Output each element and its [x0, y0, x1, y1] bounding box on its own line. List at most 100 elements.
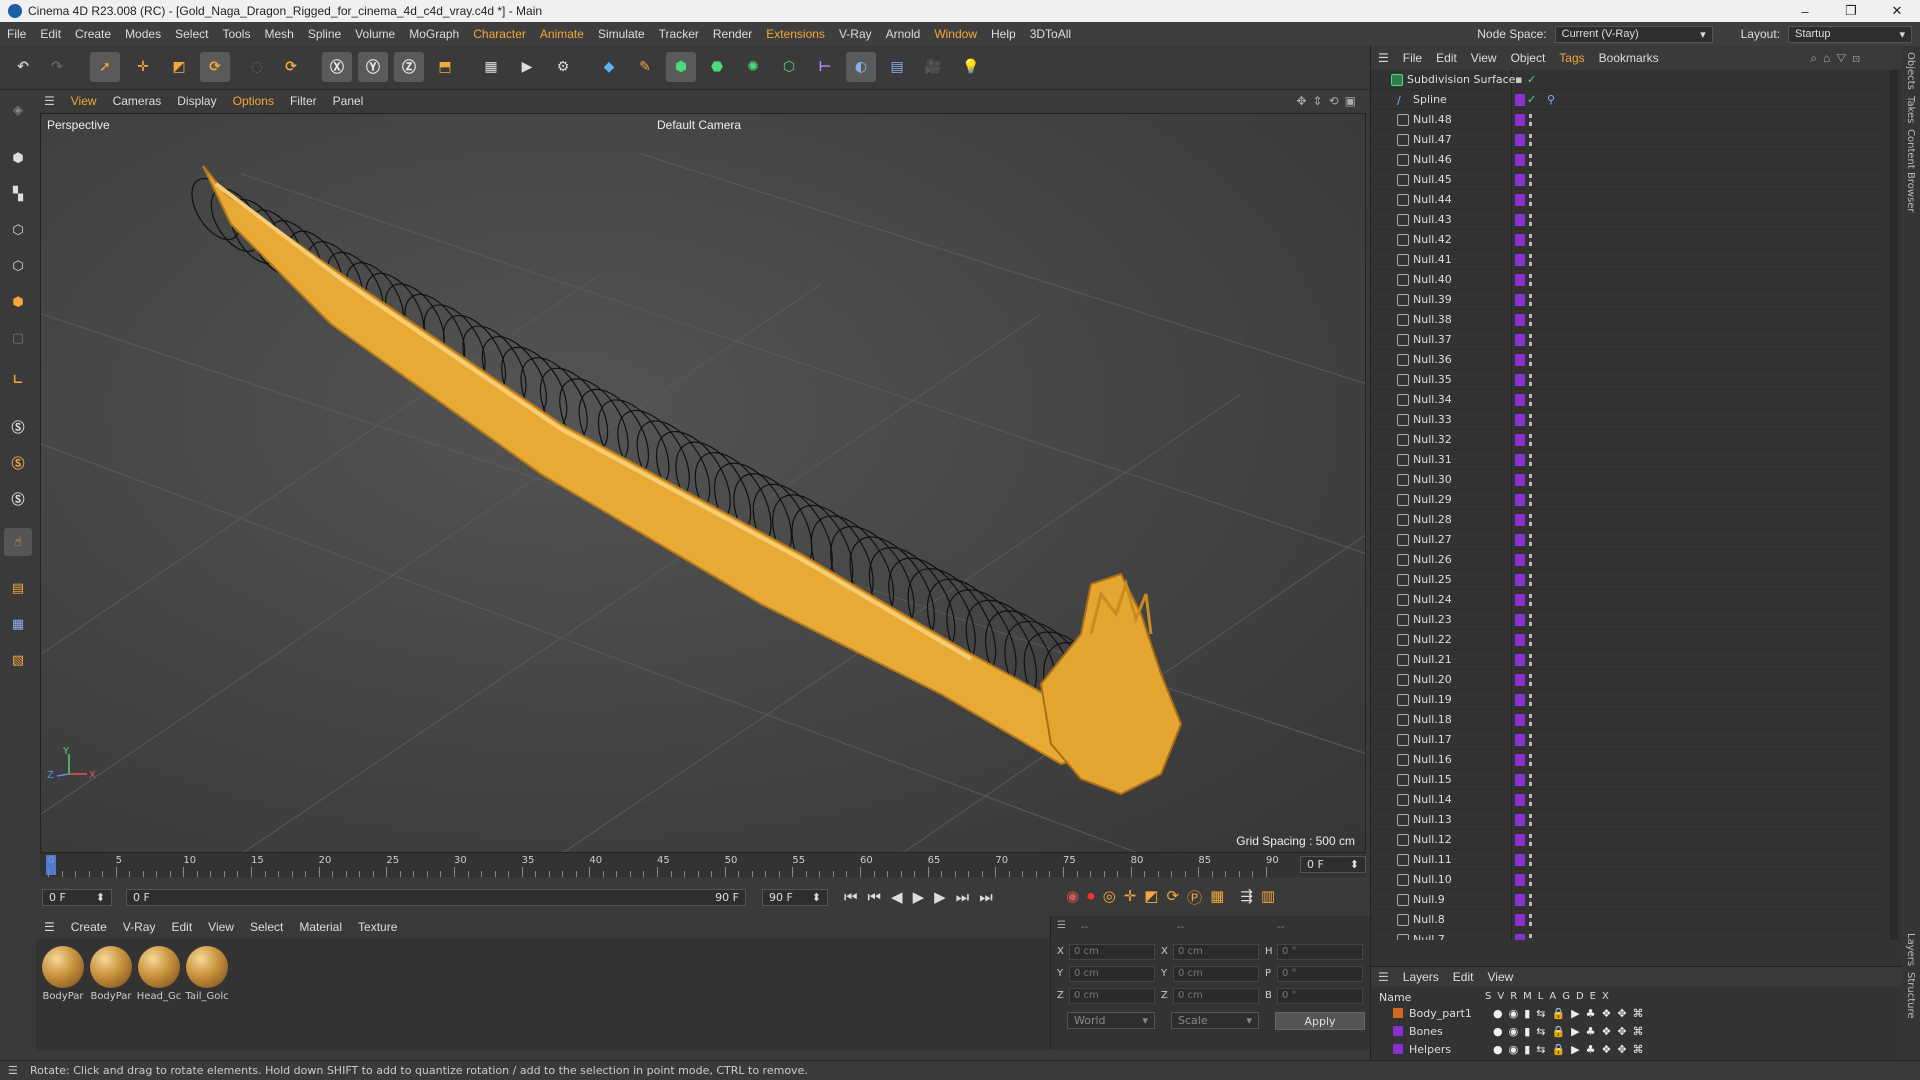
visibility-dots-icon[interactable] [1529, 193, 1532, 206]
object-row-null[interactable]: Null.33 [1371, 410, 1883, 430]
menu-file[interactable]: File [0, 27, 33, 41]
object-row-null[interactable]: Null.37 [1371, 330, 1883, 350]
object-row-null[interactable]: Null.17 [1371, 730, 1883, 750]
visibility-dots-icon[interactable] [1529, 453, 1532, 466]
object-search-filter-icons[interactable]: ⌕⌂▽⊡ [1810, 51, 1866, 66]
object-row-null[interactable]: Null.38 [1371, 310, 1883, 330]
object-row-null[interactable]: Null.36 [1371, 350, 1883, 370]
object-row-null[interactable]: Null.42 [1371, 230, 1883, 250]
locked-workplane-icon[interactable]: ▦ [4, 610, 32, 638]
apply-button[interactable]: Apply [1275, 1012, 1365, 1030]
uv-mode-icon[interactable]: ▢ [4, 324, 32, 352]
material-swatch[interactable]: Head_Gc [136, 946, 182, 1002]
menu-render[interactable]: Render [706, 27, 759, 41]
material-swatch[interactable]: BodyPar [88, 946, 134, 1002]
material-menu-select[interactable]: Select [242, 920, 291, 934]
object-row-subdivision-surface[interactable]: Subdivision Surface ▪ ✓ [1371, 70, 1883, 90]
object-row-null[interactable]: Null.25 [1371, 570, 1883, 590]
layer-toggle-icons[interactable]: ●◉▮⇆🔒▶♣❖✥⌘ [1493, 1025, 1650, 1038]
layout-dropdown[interactable]: Startup ▾ [1788, 25, 1912, 43]
viewport-menu-panel[interactable]: Panel [325, 94, 372, 108]
menu-tracker[interactable]: Tracker [652, 27, 706, 41]
record-keys-icon[interactable]: ◉ [1066, 887, 1079, 908]
visibility-dots-icon[interactable] [1529, 153, 1532, 166]
layer-row[interactable]: Helpers ●◉▮⇆🔒▶♣❖✥⌘ [1379, 1041, 1650, 1057]
object-menu-bookmarks[interactable]: Bookmarks [1592, 51, 1666, 65]
visibility-dots-icon[interactable] [1529, 293, 1532, 306]
last-tool-rotate-icon[interactable]: ⟳ [276, 52, 306, 82]
cloner-icon[interactable]: ✺ [738, 52, 768, 82]
scale-icon[interactable]: ◩ [164, 52, 194, 82]
layers-menu-view[interactable]: View [1480, 970, 1520, 984]
object-row-null[interactable]: Null.30 [1371, 470, 1883, 490]
visibility-dots-icon[interactable] [1529, 333, 1532, 346]
model-mode-icon[interactable]: ⬢ [4, 144, 32, 172]
menu-create[interactable]: Create [68, 27, 118, 41]
viewport-menu-cameras[interactable]: Cameras [105, 94, 170, 108]
object-row-spline[interactable]: ∕ Spline ✓ ⚲ [1371, 90, 1883, 110]
layers-hamburger-icon[interactable]: ☰ [1371, 970, 1396, 984]
visibility-dots-icon[interactable] [1529, 853, 1532, 866]
object-row-null[interactable]: Null.39 [1371, 290, 1883, 310]
viewport-menu-options[interactable]: Options [225, 94, 282, 108]
viewport-menu-filter[interactable]: Filter [282, 94, 325, 108]
visibility-dots-icon[interactable] [1529, 513, 1532, 526]
object-row-null[interactable]: Null.9 [1371, 890, 1883, 910]
subdivision-surface-icon[interactable]: ⬢ [666, 52, 696, 82]
tweak-mode-icon[interactable]: ☝ [4, 528, 32, 556]
camera-icon[interactable]: 🎥 [918, 52, 948, 82]
recent-tool-icon[interactable]: ◌ [242, 52, 272, 82]
object-row-null[interactable]: Null.40 [1371, 270, 1883, 290]
object-row-null[interactable]: Null.46 [1371, 150, 1883, 170]
visibility-dots-icon[interactable] [1529, 433, 1532, 446]
visibility-dots-icon[interactable] [1529, 233, 1532, 246]
layer-row[interactable]: Body_part1 ●◉▮⇆🔒▶♣❖✥⌘ [1379, 1005, 1650, 1021]
rot-h-field[interactable]: 0 ° [1277, 944, 1363, 960]
size-z-field[interactable]: 0 cm [1173, 988, 1259, 1004]
go-to-start-icon[interactable]: ⏮ [844, 888, 858, 906]
render-region-icon[interactable]: ▦ [476, 52, 506, 82]
spline-ik-tag-icon[interactable]: ⚲ [1547, 93, 1555, 106]
visibility-dots-icon[interactable] [1529, 913, 1532, 926]
object-row-null[interactable]: Null.29 [1371, 490, 1883, 510]
size-y-field[interactable]: 0 cm [1173, 966, 1259, 982]
minimize-button[interactable]: – [1782, 0, 1828, 22]
visibility-dots-icon[interactable] [1529, 793, 1532, 806]
object-row-null[interactable]: Null.48 [1371, 110, 1883, 130]
visibility-dots-icon[interactable] [1529, 933, 1532, 940]
object-row-null[interactable]: Null.21 [1371, 650, 1883, 670]
material-swatch[interactable]: Tail_Golc [184, 946, 230, 1002]
light-icon[interactable]: 💡 [956, 52, 986, 82]
undo-icon[interactable]: ↶ [8, 52, 38, 82]
spline-pen-icon[interactable]: ✎ [630, 52, 660, 82]
menu-window[interactable]: Window [927, 27, 984, 41]
object-row-null[interactable]: Null.12 [1371, 830, 1883, 850]
visibility-dots-icon[interactable] [1529, 393, 1532, 406]
tab-takes[interactable]: Takes [1902, 96, 1916, 123]
visibility-dots-icon[interactable] [1529, 253, 1532, 266]
visibility-dots-icon[interactable] [1529, 593, 1532, 606]
layer-color-swatch[interactable] [1393, 1044, 1403, 1054]
object-row-null[interactable]: Null.28 [1371, 510, 1883, 530]
object-row-null[interactable]: Null.8 [1371, 910, 1883, 930]
object-menu-file[interactable]: File [1396, 51, 1429, 65]
y-axis-lock-icon[interactable]: Ⓨ [358, 52, 388, 82]
object-row-null[interactable]: Null.23 [1371, 610, 1883, 630]
material-swatch[interactable]: BodyPar [40, 946, 86, 1002]
render-view-icon[interactable]: ▶ [512, 52, 542, 82]
object-row-null[interactable]: Null.31 [1371, 450, 1883, 470]
object-row-null[interactable]: Null.32 [1371, 430, 1883, 450]
object-scrollbar[interactable] [1890, 70, 1898, 940]
material-hamburger-icon[interactable]: ☰ [36, 920, 63, 934]
material-menu-edit[interactable]: Edit [163, 920, 200, 934]
visibility-dots-icon[interactable] [1529, 693, 1532, 706]
menu-extensions[interactable]: Extensions [759, 27, 832, 41]
visibility-dots-icon[interactable] [1529, 553, 1532, 566]
key-parameter-icon[interactable]: Ⓟ [1187, 887, 1202, 908]
next-key-icon[interactable]: ⏭ [956, 888, 970, 906]
visibility-dots-icon[interactable] [1529, 273, 1532, 286]
material-menu-vray[interactable]: V-Ray [115, 920, 164, 934]
menu-simulate[interactable]: Simulate [591, 27, 652, 41]
tab-content-browser[interactable]: Content Browser [1902, 129, 1916, 212]
current-frame-field[interactable]: 0 F ⬍ [42, 889, 112, 906]
